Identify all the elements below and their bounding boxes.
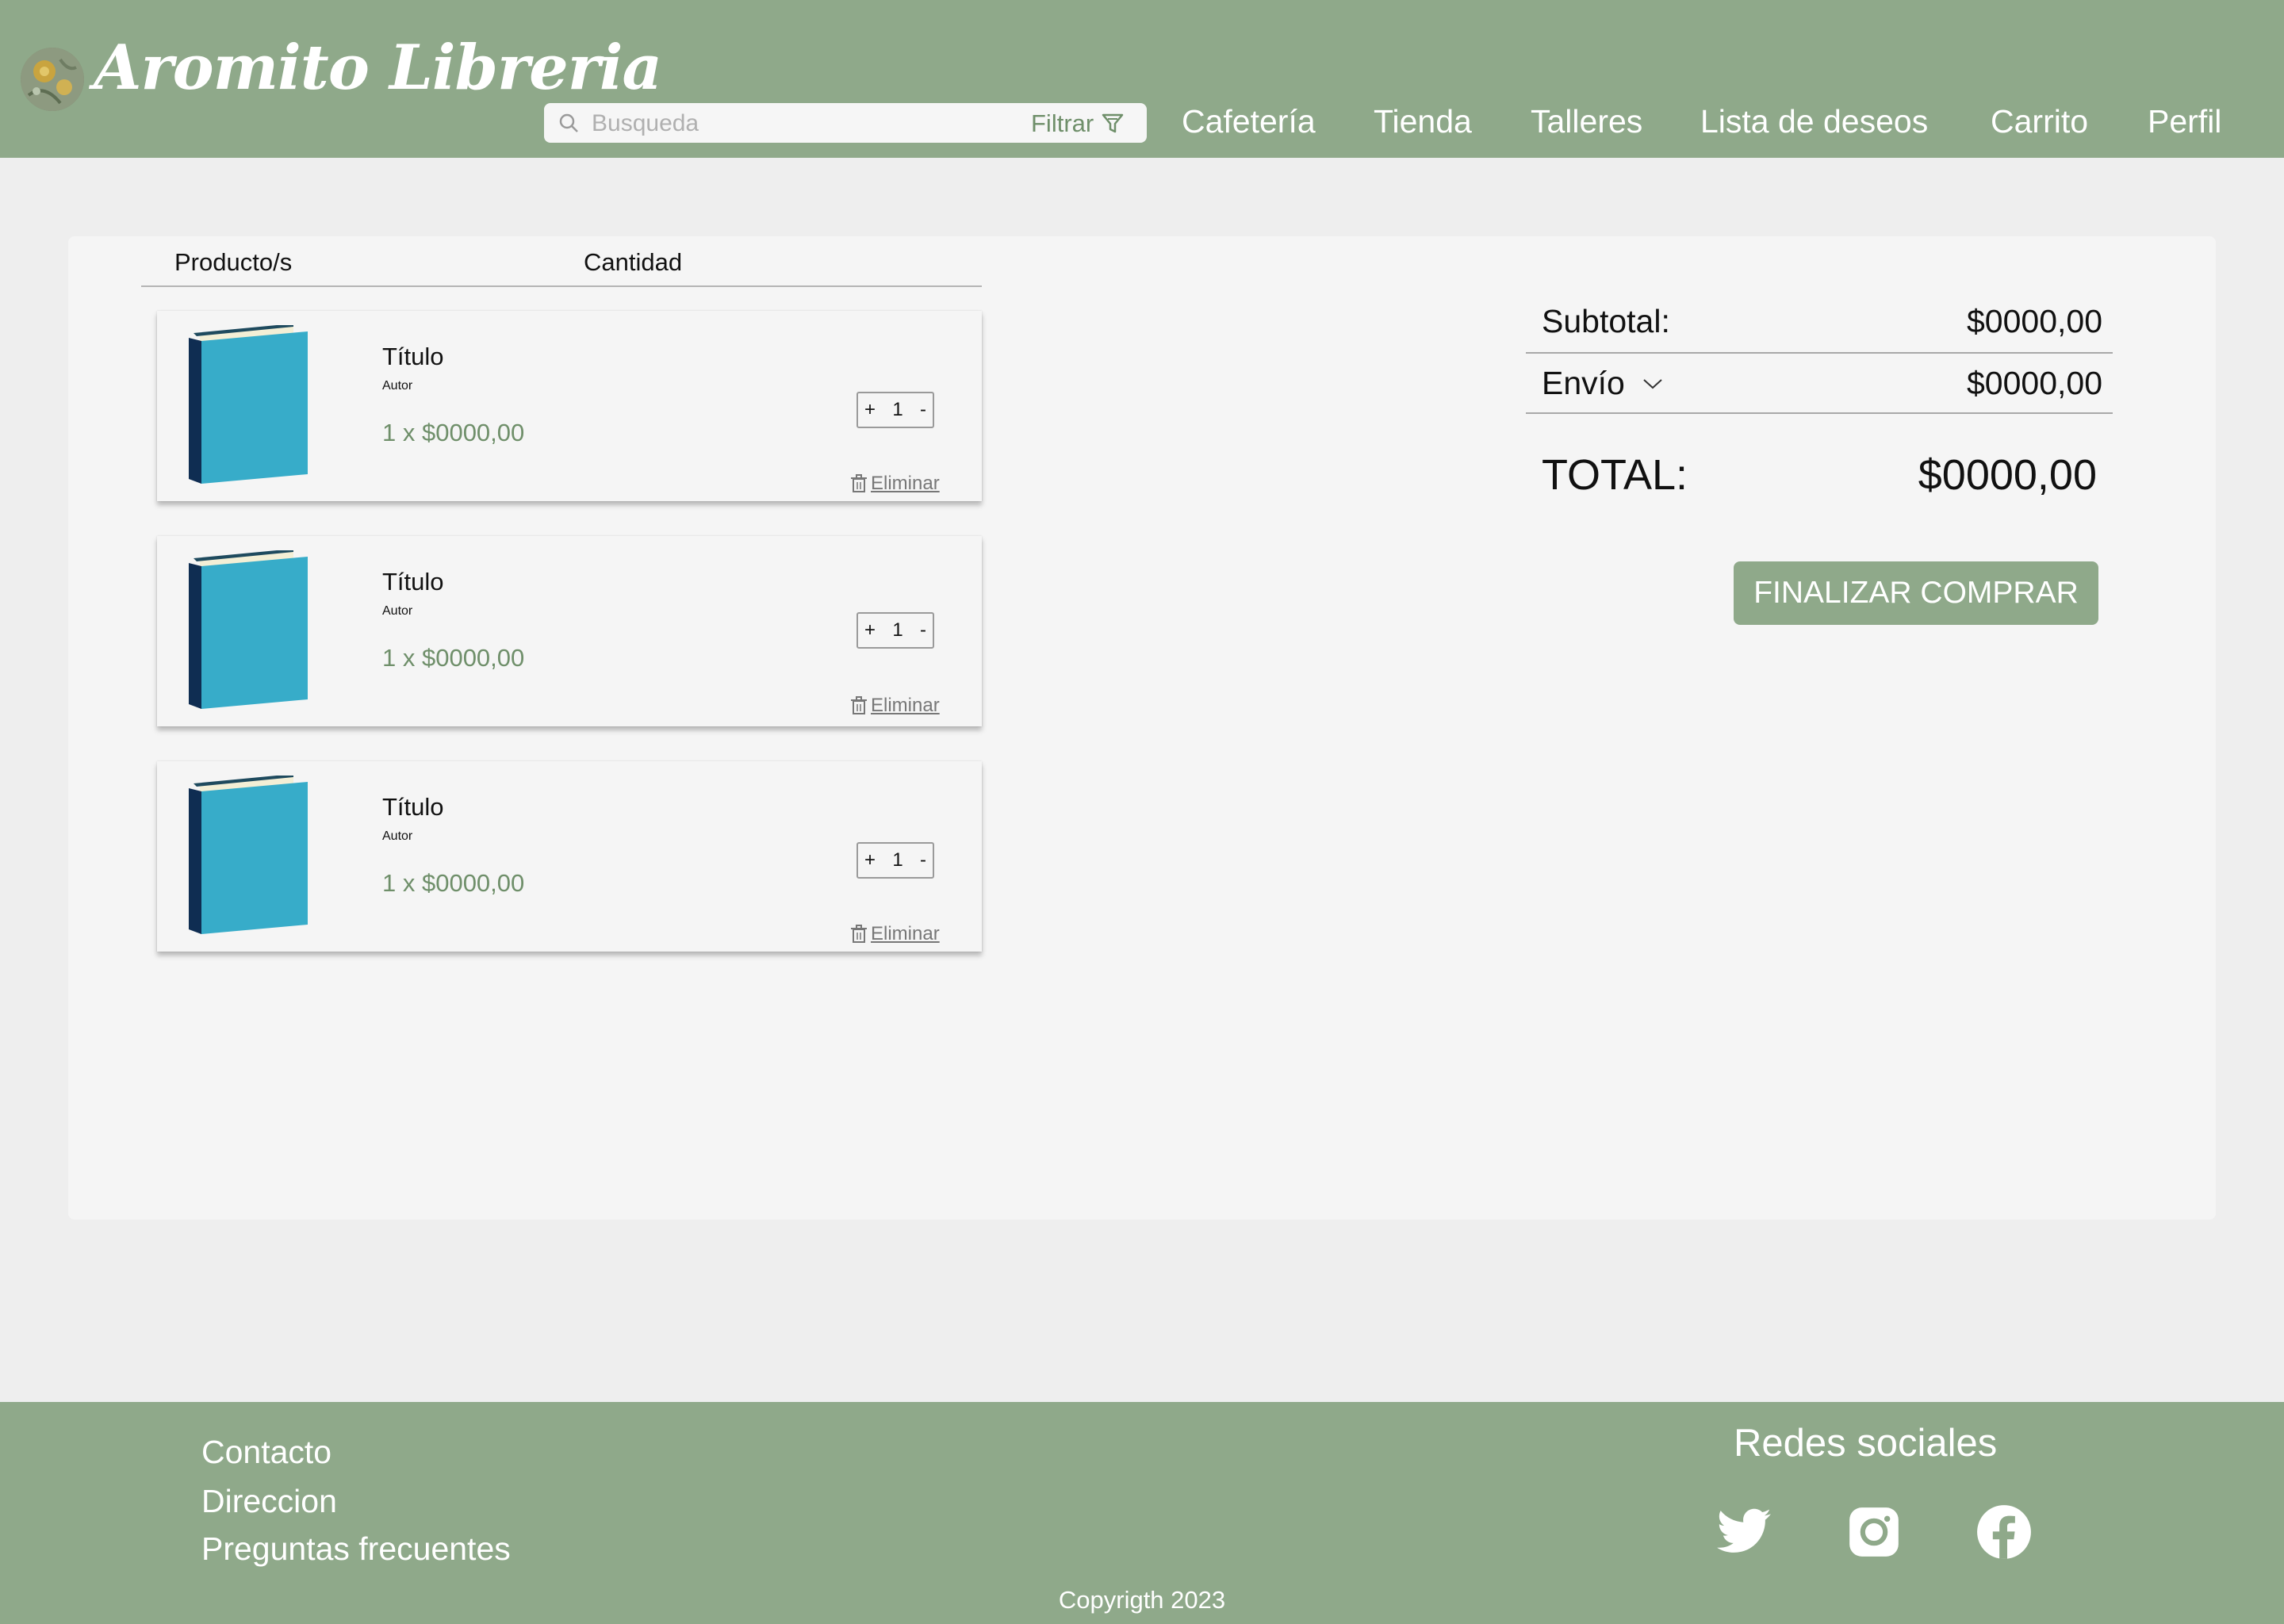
chevron-down-icon (1643, 378, 1662, 389)
cart-item: Título Autor 1 x $0000,00 + 1 - Eliminar (157, 761, 982, 952)
facebook-icon[interactable] (1975, 1503, 2033, 1561)
delete-item-button[interactable]: Eliminar (850, 473, 940, 495)
quantity-value: 1 (892, 399, 903, 420)
quantity-value: 1 (892, 849, 903, 871)
shipping-label: Envío (1542, 365, 1625, 401)
trash-icon (851, 925, 867, 943)
quantity-value: 1 (892, 619, 903, 641)
item-title: Título (382, 568, 444, 596)
item-author: Autor (382, 379, 413, 393)
filter-button[interactable]: Filtrar (1031, 109, 1124, 138)
delete-label: Eliminar (871, 473, 940, 494)
item-title: Título (382, 343, 444, 370)
increment-button[interactable]: + (864, 849, 876, 871)
nav-cafeteria[interactable]: Cafetería (1182, 103, 1316, 151)
shipping-divider (1526, 412, 2113, 414)
delete-label: Eliminar (871, 923, 940, 944)
item-price: 1 x $0000,00 (382, 644, 525, 672)
cart-item: Título Autor 1 x $0000,00 + 1 - Eliminar (157, 311, 982, 501)
nav-talleres[interactable]: Talleres (1531, 103, 1642, 151)
item-price: 1 x $0000,00 (382, 419, 525, 446)
delete-label: Eliminar (871, 695, 940, 716)
column-header-product: Producto/s (174, 248, 293, 276)
footer-link-preguntas-frecuentes[interactable]: Preguntas frecuentes (201, 1530, 511, 1568)
quantity-stepper: + 1 - (856, 392, 934, 428)
shipping-dropdown[interactable]: Envío (1542, 365, 1663, 402)
item-price: 1 x $0000,00 (382, 869, 525, 897)
subtotal-value: $0000,00 (1966, 303, 2102, 339)
twitter-icon[interactable] (1715, 1503, 1773, 1561)
delete-item-button[interactable]: Eliminar (850, 695, 940, 717)
search-bar: Filtrar (544, 103, 1147, 143)
column-header-divider (141, 285, 982, 287)
top-header: Aromito Libreria Filtrar Cafetería Tiend… (0, 0, 2284, 158)
copyright-text: Copyrigth 2023 (1058, 1586, 1226, 1614)
cart-item: Título Autor 1 x $0000,00 + 1 - Eliminar (157, 536, 982, 726)
decrement-button[interactable]: - (920, 399, 926, 421)
increment-button[interactable]: + (864, 399, 876, 421)
footer-link-direccion[interactable]: Direccion (201, 1483, 337, 1520)
total-value: $0000,00 (1918, 451, 2097, 499)
filter-icon (1102, 113, 1124, 133)
filter-label: Filtrar (1031, 109, 1094, 137)
checkout-button[interactable]: FINALIZAR COMPRAR (1734, 561, 2098, 625)
delete-item-button[interactable]: Eliminar (850, 923, 940, 945)
nav-perfil[interactable]: Perfil (2148, 103, 2221, 151)
nav-lista-de-deseos[interactable]: Lista de deseos (1700, 103, 1928, 151)
book-cover-image (189, 776, 308, 934)
book-cover-image (189, 550, 308, 709)
item-title: Título (382, 793, 444, 821)
trash-icon (851, 696, 867, 714)
quantity-stepper: + 1 - (856, 842, 934, 879)
search-input[interactable] (590, 108, 1006, 140)
trash-icon (851, 474, 867, 492)
nav-tienda[interactable]: Tienda (1374, 103, 1472, 151)
logo-image[interactable] (21, 48, 84, 111)
social-title: Redes sociales (1734, 1422, 1998, 1465)
total-label: TOTAL: (1542, 451, 1688, 499)
item-author: Autor (382, 604, 413, 618)
brand-name[interactable]: Aromito Libreria (94, 32, 662, 104)
book-cover-image (189, 325, 308, 484)
instagram-icon[interactable] (1845, 1503, 1903, 1561)
subtotal-divider (1526, 352, 2113, 354)
decrement-button[interactable]: - (920, 619, 926, 642)
footer-link-contacto[interactable]: Contacto (201, 1434, 331, 1471)
item-author: Autor (382, 829, 413, 843)
quantity-stepper: + 1 - (856, 612, 934, 649)
subtotal-label: Subtotal: (1542, 303, 1670, 339)
decrement-button[interactable]: - (920, 849, 926, 871)
nav-carrito[interactable]: Carrito (1991, 103, 2088, 151)
shipping-value: $0000,00 (1966, 365, 2102, 401)
column-header-quantity: Cantidad (584, 248, 683, 276)
search-icon (559, 113, 578, 132)
increment-button[interactable]: + (864, 619, 876, 642)
